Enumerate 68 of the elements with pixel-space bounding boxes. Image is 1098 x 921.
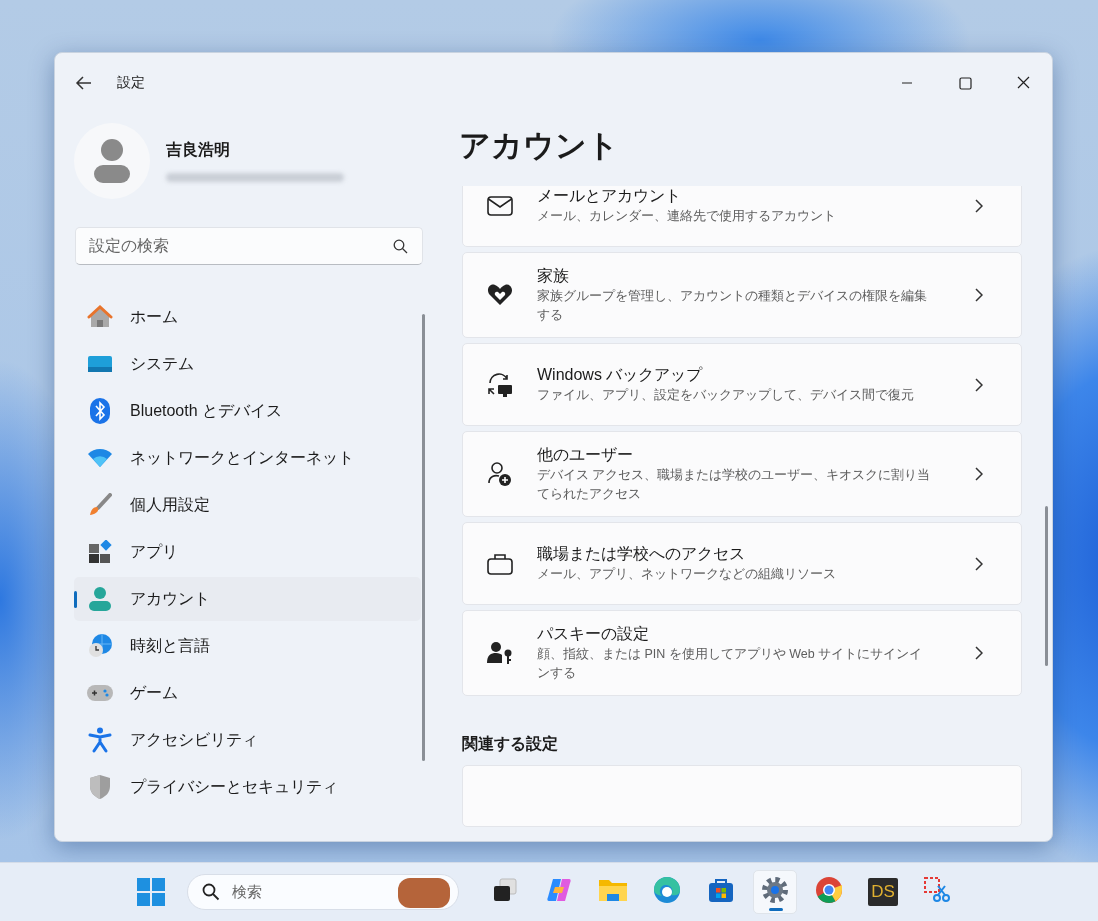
settings-card[interactable]: 家族 家族グループを管理し、アカウントの種類とデバイスの権限を編集する (462, 252, 1022, 338)
card-description: ファイル、アプリ、設定をバックアップして、デバイス間で復元 (537, 387, 915, 404)
card-description: メール、カレンダー、連絡先で使用するアカウント (537, 208, 837, 225)
person-add-icon (487, 461, 513, 487)
card-description: 家族グループを管理し、アカウントの種類とデバイスの権限を編集する (537, 288, 928, 324)
page-title: アカウント (459, 127, 620, 165)
card-title: Windows バックアップ (537, 365, 704, 385)
chevron-right-icon (975, 556, 983, 571)
chevron-right-icon (975, 377, 983, 392)
scrollbar[interactable] (422, 314, 425, 761)
nav-item[interactable]: アカウント (74, 577, 421, 621)
search-icon (202, 883, 220, 901)
envelope-icon (487, 195, 513, 216)
running-indicator (769, 908, 783, 911)
nav-item[interactable]: 個人用設定 (74, 483, 421, 527)
accessibility-icon (87, 727, 113, 753)
person-key-icon (487, 641, 513, 665)
nav-item[interactable]: Bluetooth とデバイス (74, 389, 421, 433)
user-name: 吉良浩明 (166, 139, 231, 160)
shield-icon (87, 774, 113, 800)
nav-item[interactable]: ゲーム (74, 671, 421, 715)
start-icon (137, 878, 165, 906)
nav-item[interactable]: アプリ (74, 530, 421, 574)
search-field[interactable]: 設定の検索 (75, 227, 423, 265)
home-icon (87, 304, 113, 330)
card-title: 他のユーザー (537, 445, 634, 465)
nav-item[interactable]: 時刻と言語 (74, 624, 421, 668)
nav-item[interactable]: システム (74, 342, 421, 386)
card-title: 職場または学校へのアクセス (537, 544, 746, 564)
picture-placeholder (398, 878, 450, 908)
person-icon (94, 138, 130, 183)
card-title: メールとアカウント (537, 186, 682, 206)
bluetooth-icon (87, 398, 113, 424)
card-description: メール、アプリ、ネットワークなどの組織リソース (537, 566, 837, 583)
taskbar-search[interactable]: 検索 (187, 874, 459, 910)
settings-card[interactable]: 職場または学校へのアクセス メール、アプリ、ネットワークなどの組織リソース (462, 522, 1022, 605)
scrollbar[interactable] (1045, 506, 1048, 666)
chevron-right-icon (975, 467, 983, 481)
card-description: デバイス アクセス、職場または学校のユーザー、キオスクに割り当てられたアクセス (537, 467, 932, 503)
settings-card[interactable]: パスキーの設定 顔、指紋、または PIN を使用してアプリや Web サイトにサインインする (462, 610, 1022, 696)
settings-card[interactable]: Windows バックアップ ファイル、アプリ、設定をバックアップして、デバイス間で復元 (462, 343, 1022, 426)
chevron-right-icon (975, 646, 983, 660)
window-title: 設定 (117, 74, 145, 92)
text-tile-icon: DS (868, 878, 898, 906)
taskbar-app[interactable]: DS (861, 870, 905, 914)
settings-card[interactable]: 他のユーザー デバイス アクセス、職場または学校のユーザー、キオスクに割り当てられたアクセス (462, 431, 1022, 517)
apps-icon (87, 539, 113, 565)
card-title: 家族 (537, 266, 570, 286)
chevron-right-icon (975, 198, 983, 213)
card-description: 顔、指紋、または PIN を使用してアプリや Web サイトにサインインする (537, 646, 924, 682)
settings-card[interactable]: メールとアカウント メール、カレンダー、連絡先で使用するアカウント (462, 186, 1022, 247)
search-placeholder: 検索 (232, 882, 262, 902)
brush-icon (87, 492, 113, 518)
chevron-right-icon (975, 288, 983, 302)
globe-clock-icon (87, 633, 113, 659)
selection-indicator (74, 591, 77, 608)
briefcase-icon (487, 552, 513, 575)
nav-item[interactable]: ネットワークとインターネット (74, 436, 421, 480)
card-title: パスキーの設定 (537, 624, 650, 644)
heart-icon (487, 283, 513, 307)
nav-item[interactable]: アクセシビリティ (74, 718, 421, 762)
person-icon (87, 586, 113, 612)
nav-item[interactable]: ホーム (74, 295, 421, 339)
back-arrow-icon[interactable] (75, 74, 93, 92)
search-icon (393, 238, 408, 254)
section-heading: 関連する設定 (462, 734, 559, 754)
nav-item[interactable]: プライバシーとセキュリティ (74, 765, 421, 809)
backup-sync-icon (487, 372, 513, 397)
